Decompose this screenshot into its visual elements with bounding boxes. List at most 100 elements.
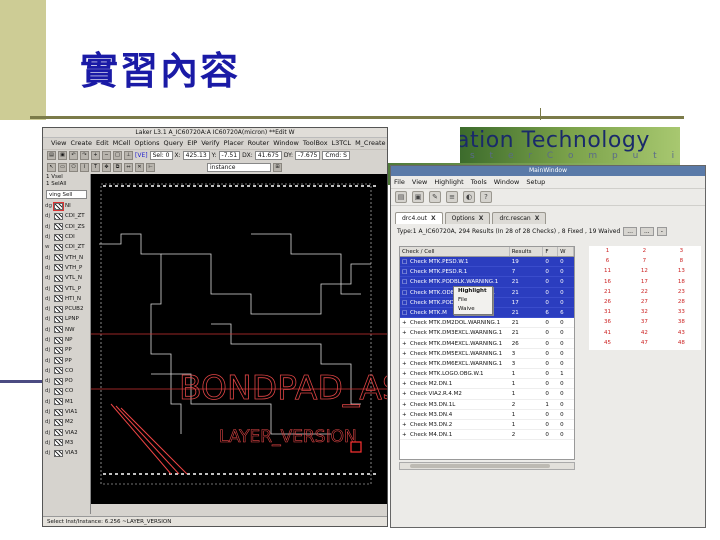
layer-row[interactable]: dj VTH_N <box>43 252 90 262</box>
laker-menu-item[interactable]: Verify <box>201 138 219 149</box>
layer-swatch-icon[interactable] <box>54 346 63 354</box>
expand-icon[interactable]: + <box>402 379 408 388</box>
table-row[interactable]: + Check M3.DN.1L 2 1 0 <box>400 400 574 410</box>
expand-icon[interactable]: + <box>402 410 408 419</box>
layer-row[interactable]: dj M1 <box>43 397 90 407</box>
layer-swatch-icon[interactable] <box>54 336 63 344</box>
result-tab[interactable]: drc.rescan X <box>492 212 547 224</box>
layer-swatch-icon[interactable] <box>54 305 63 313</box>
layer-swatch-icon[interactable] <box>54 295 63 303</box>
copy-icon[interactable]: ⧉ <box>113 162 122 172</box>
layer-swatch-icon[interactable] <box>54 254 63 262</box>
path-icon[interactable]: ⌇ <box>80 162 89 172</box>
layer-swatch-icon[interactable] <box>54 398 63 406</box>
table-row[interactable]: + Check MTK.LOGO.OBG.W.1 1 0 1 <box>400 369 574 380</box>
table-row[interactable]: + Check MTK.DM5EXCL.WARNING.1 3 0 0 <box>400 349 574 359</box>
layer-swatch-icon[interactable] <box>54 367 63 375</box>
layer-row[interactable]: dj CDI <box>43 232 90 242</box>
layer-row[interactable]: dj PO <box>43 376 90 386</box>
table-row[interactable]: + Check MTK.DM3EXCL.WARNING.1 21 0 0 <box>400 328 574 339</box>
layer-row[interactable]: dj CO <box>43 366 90 376</box>
layer-row[interactable]: dj M3 <box>43 438 90 448</box>
table-row[interactable]: □ Check MTK.PESD.R.1 7 0 0 <box>400 267 574 278</box>
layer-row[interactable]: dj PP <box>43 345 90 355</box>
summary-button[interactable]: ... <box>623 226 637 236</box>
expand-icon[interactable]: □ <box>402 308 408 317</box>
laker-menu-item[interactable]: EIP <box>187 138 197 149</box>
layer-swatch-icon[interactable] <box>54 285 63 293</box>
layer-row[interactable]: w CDI_ZT <box>43 242 90 252</box>
layer-row[interactable]: dj VIA2 <box>43 428 90 438</box>
help-icon[interactable]: ? <box>480 191 492 203</box>
layer-row[interactable]: dj VTL_N <box>43 273 90 283</box>
laker-menu-item[interactable]: Placer <box>224 138 244 149</box>
select-icon[interactable]: ↖ <box>47 162 56 172</box>
laker-menu-item[interactable]: ToolBox <box>303 138 328 149</box>
laker-menu-item[interactable]: M_Create <box>355 138 385 149</box>
layer-row[interactable]: dj PP <box>43 355 90 365</box>
layer-row[interactable]: dj VTH_P <box>43 263 90 273</box>
expand-icon[interactable]: □ <box>402 288 408 297</box>
layer-swatch-icon[interactable] <box>54 315 63 323</box>
layer-row[interactable]: dj CDI_ZT <box>43 211 90 221</box>
layer-swatch-icon[interactable] <box>54 439 63 447</box>
polygon-icon[interactable]: ⬠ <box>69 162 78 172</box>
laker-menu-item[interactable]: MCell <box>113 138 131 149</box>
layer-swatch-icon[interactable] <box>54 429 63 437</box>
expand-icon[interactable]: + <box>402 339 408 348</box>
highlight-icon[interactable]: ◐ <box>463 191 475 203</box>
open-icon[interactable]: ▤ <box>47 151 56 160</box>
summary-button[interactable]: - <box>656 226 667 236</box>
move-icon[interactable]: ✥ <box>102 162 111 172</box>
layer-row[interactable]: dj LPNP <box>43 314 90 324</box>
main-menu-item[interactable]: Window <box>494 176 520 188</box>
stretch-icon[interactable]: ⇔ <box>124 162 133 172</box>
layer-swatch-icon[interactable] <box>54 357 63 365</box>
layer-swatch-icon[interactable] <box>54 387 63 395</box>
fit-icon[interactable]: □ <box>113 151 122 160</box>
horizontal-scrollbar[interactable] <box>399 462 575 470</box>
scrollbar-thumb[interactable] <box>410 464 550 468</box>
column-header-fixed[interactable]: F <box>543 247 559 256</box>
table-row[interactable]: + Check MTK.DM2DOL.WARNING.1 21 0 0 <box>400 318 574 329</box>
layer-swatch-icon[interactable] <box>54 264 63 272</box>
table-row[interactable]: + Check M3.DN.2 1 0 0 <box>400 420 574 431</box>
table-row[interactable]: + Check VIA2.R.4.M2 1 0 0 <box>400 389 574 400</box>
close-icon[interactable]: X <box>479 215 484 222</box>
result-tab[interactable]: Options X <box>444 212 491 224</box>
open-icon[interactable]: ▤ <box>395 191 407 203</box>
layer-row[interactable]: dj NW <box>43 325 90 335</box>
main-menu-item[interactable]: View <box>412 176 427 188</box>
column-header-waived[interactable]: W <box>558 247 574 256</box>
layer-swatch-icon[interactable] <box>54 223 63 231</box>
expand-icon[interactable]: + <box>402 420 408 429</box>
expand-icon[interactable]: □ <box>402 267 408 276</box>
layer-panel-option[interactable]: 1 Vsel <box>43 174 90 181</box>
table-row[interactable]: + Check M2.DN.1 1 0 0 <box>400 379 574 390</box>
layer-swatch-icon[interactable] <box>54 233 63 241</box>
layer-row[interactable]: dj VIA1 <box>43 407 90 417</box>
expand-icon[interactable]: + <box>402 430 408 439</box>
laker-menu-item[interactable]: Router <box>248 138 270 149</box>
table-row[interactable]: + Check MTK.DM4EXCL.WARNING.1 26 0 0 <box>400 339 574 349</box>
expand-icon[interactable]: + <box>402 369 408 378</box>
layer-row[interactable]: dj VIA3 <box>43 448 90 458</box>
layer-panel-option[interactable]: 1 SelAll <box>43 181 90 188</box>
list-icon[interactable]: ≡ <box>446 191 458 203</box>
layer-filter-select[interactable]: ving Sell <box>46 190 87 199</box>
table-row[interactable]: □ Check MTK.PESD.W.1 19 0 0 <box>400 257 574 268</box>
summary-button[interactable]: ... <box>639 226 654 236</box>
layer-swatch-icon[interactable] <box>54 326 63 334</box>
ruler-icon[interactable]: ⊥ <box>124 151 133 160</box>
column-header-results[interactable]: Results <box>510 247 544 256</box>
hierarchy-icon[interactable]: ⊞ <box>273 162 282 172</box>
table-row[interactable]: + Check M4.DN.1 2 0 0 <box>400 430 574 441</box>
zoom-out-icon[interactable]: − <box>102 151 111 160</box>
laker-menu-item[interactable]: Query <box>164 138 184 149</box>
layer-row[interactable]: dj CO <box>43 386 90 396</box>
layer-swatch-icon[interactable] <box>54 243 63 251</box>
save-icon[interactable]: ▣ <box>412 191 424 203</box>
layer-swatch-icon[interactable] <box>54 377 63 385</box>
layer-row[interactable]: dj VTL_P <box>43 283 90 293</box>
expand-icon[interactable]: + <box>402 359 408 368</box>
